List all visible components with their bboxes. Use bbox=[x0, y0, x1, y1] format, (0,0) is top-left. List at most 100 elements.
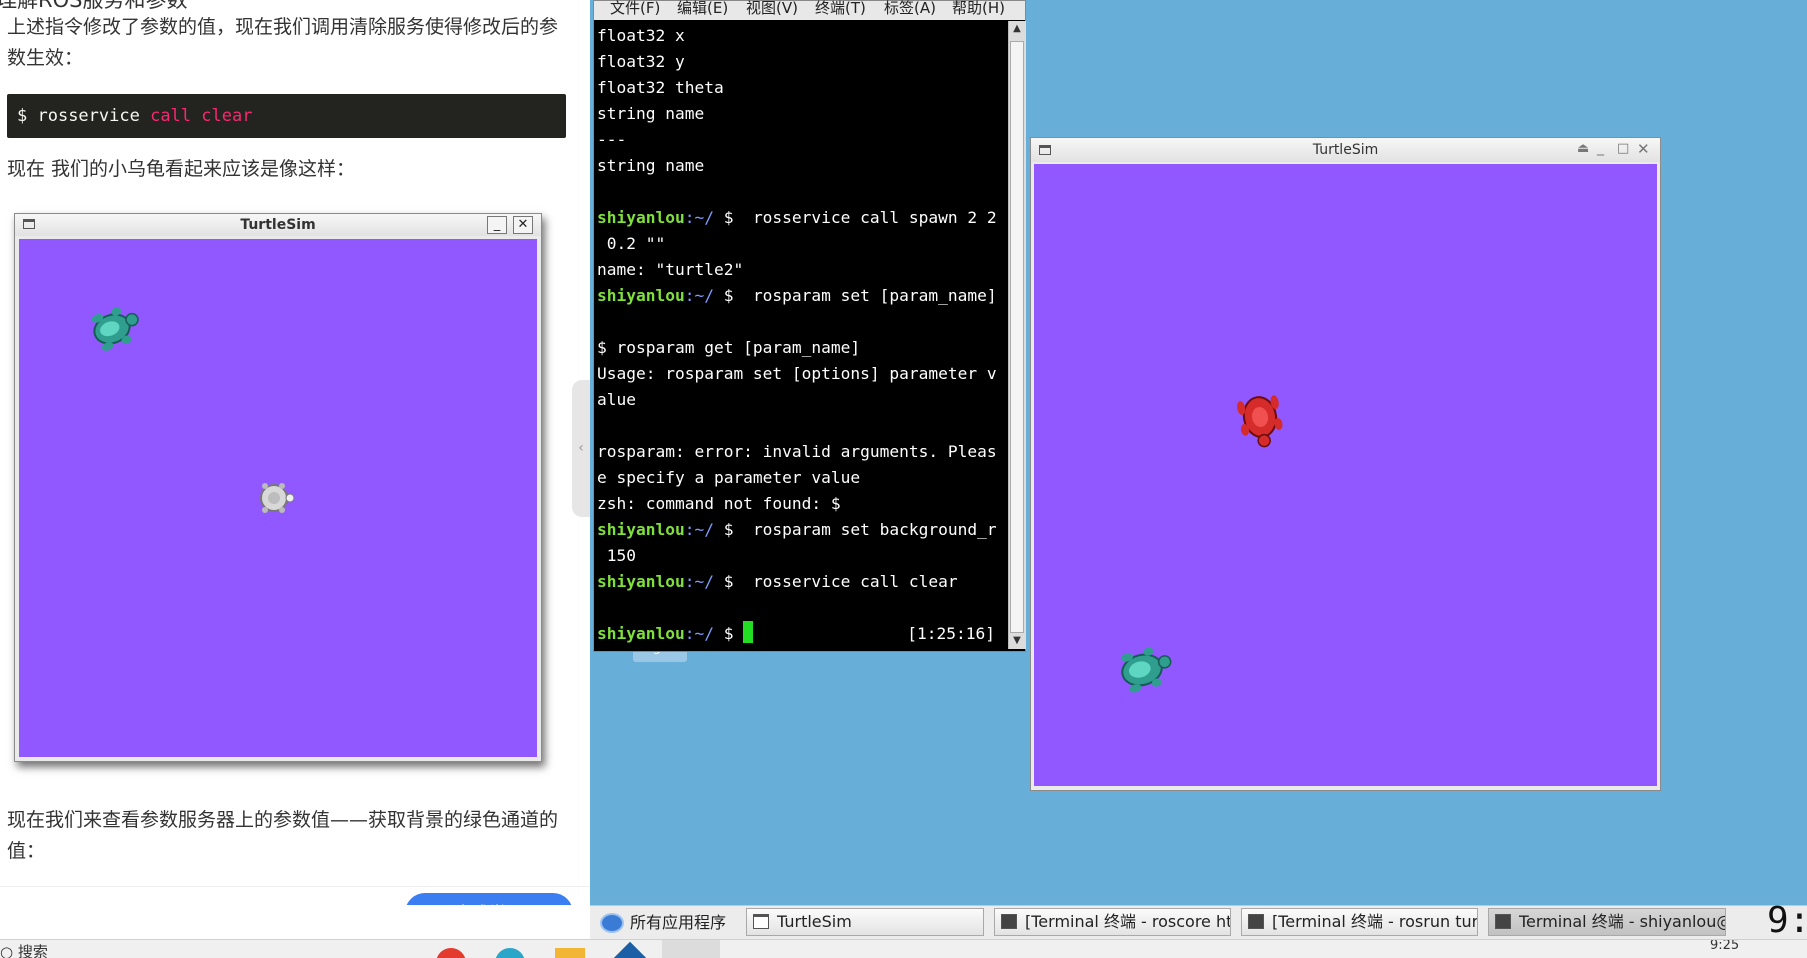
host-clock: 9:25 bbox=[1710, 939, 1740, 953]
minimize-icon: _ bbox=[487, 216, 507, 234]
task-turtlesim[interactable]: TurtleSim bbox=[746, 908, 984, 936]
active-app-highlight[interactable] bbox=[662, 940, 720, 958]
host-search[interactable]: ○ 搜索 bbox=[0, 941, 48, 958]
scroll-up-icon[interactable]: ▲ bbox=[1009, 21, 1025, 37]
command-text: $ rosservice call spawn 2 2 bbox=[723, 208, 997, 227]
terminal-icon bbox=[1248, 914, 1264, 929]
green-turtle-icon bbox=[1121, 647, 1172, 693]
output-text: zsh: command not found: $ bbox=[597, 494, 841, 513]
prompt-user: shiyanlou bbox=[597, 624, 685, 643]
terminal-line: shiyanlou:~/ $ rosservice call clear bbox=[597, 569, 1007, 595]
green-turtle-icon bbox=[91, 307, 139, 351]
output-text: 150 bbox=[597, 546, 636, 565]
terminal-line: alue bbox=[597, 387, 1007, 413]
turtles-drawing bbox=[91, 307, 295, 513]
output-text: string name bbox=[597, 104, 705, 123]
paragraph-turtle-look: 现在 我们的小乌龟看起来应该是像这样： bbox=[7, 158, 356, 180]
maximize-icon[interactable]: □ bbox=[1617, 141, 1629, 156]
task-terminal-roscore[interactable]: [Terminal 终端 - roscore htt··· bbox=[994, 908, 1231, 936]
close-icon[interactable]: ✕ bbox=[1637, 140, 1650, 158]
host-search-label: 搜索 bbox=[17, 943, 48, 958]
turtles-drawing bbox=[1121, 395, 1283, 693]
prompt-path: :~/ bbox=[684, 286, 724, 305]
task-terminal-shiyanlou[interactable]: Terminal 终端 - shiyanlou@··· bbox=[1488, 908, 1726, 936]
terminal-output[interactable]: float32 x float32 y float32 theta string na… bbox=[597, 23, 1007, 648]
prompt-user: shiyanlou bbox=[597, 286, 685, 305]
turtlesim-image-window: TurtleSim _ ✕ bbox=[14, 213, 542, 762]
minimize-icon[interactable]: _ bbox=[1597, 140, 1604, 156]
terminal-line: string name bbox=[597, 101, 1007, 127]
output-text: 0.2 "" bbox=[597, 234, 666, 253]
tutorial-document: 理解ROS服务和参数 上述指令修改了参数的值，现在我们调用清除服务使得修改后的参… bbox=[0, 0, 590, 905]
menu-edit[interactable]: 编辑(E) bbox=[677, 0, 728, 18]
terminal-line: shiyanlou:~/ $ rosservice call spawn 2 2 bbox=[597, 205, 1007, 231]
terminal-window[interactable]: 文件(F) 编辑(E) 视图(V) 终端(T) 标签(A) 帮助(H) floa… bbox=[593, 0, 1026, 652]
applications-icon bbox=[600, 913, 624, 933]
divider bbox=[0, 886, 590, 887]
task-terminal-rosrun[interactable]: [Terminal 终端 - rosrun turtl··· bbox=[1241, 908, 1478, 936]
menu-tabs[interactable]: 标签(A) bbox=[884, 0, 936, 18]
red-turtle-icon bbox=[1237, 395, 1283, 448]
output-text: alue bbox=[597, 390, 636, 409]
prompt-symbol: $ bbox=[723, 624, 744, 643]
command-text: $ rosparam set background_r bbox=[723, 520, 997, 539]
menu-view[interactable]: 视图(V) bbox=[746, 0, 798, 18]
window-titlebar: TurtleSim _ ✕ bbox=[15, 214, 541, 236]
menu-terminal[interactable]: 终端(T) bbox=[815, 0, 866, 18]
panel-collapse-handle[interactable]: ‹ bbox=[572, 380, 590, 517]
terminal-line: Usage: rosparam set [options] parameter … bbox=[597, 361, 1007, 387]
terminal-line: e specify a parameter value bbox=[597, 465, 1007, 491]
applications-menu[interactable]: 所有应用程序 bbox=[600, 910, 726, 936]
terminal-menubar: 文件(F) 编辑(E) 视图(V) 终端(T) 标签(A) 帮助(H) bbox=[594, 0, 1025, 20]
terminal-line: zsh: command not found: $ bbox=[597, 491, 1007, 517]
prompt-user: shiyanlou bbox=[597, 520, 685, 539]
prompt-user: shiyanlou bbox=[597, 208, 685, 227]
prompt-user: shiyanlou bbox=[597, 572, 685, 591]
prompt-path: :~/ bbox=[684, 624, 724, 643]
prompt-path: :~/ bbox=[684, 572, 724, 591]
applications-label: 所有应用程序 bbox=[630, 913, 727, 932]
terminal-line: --- bbox=[597, 127, 1007, 153]
turtlesim-titlebar[interactable]: TurtleSim ⏏ _ □ ✕ bbox=[1031, 138, 1660, 162]
terminal-line: $ rosparam get [param_name] bbox=[597, 335, 1007, 361]
output-text: float32 y bbox=[597, 52, 685, 71]
terminal-cursor bbox=[743, 621, 754, 643]
scroll-down-icon[interactable]: ▼ bbox=[1009, 633, 1025, 649]
code-command: rosservice bbox=[37, 106, 151, 126]
terminal-icon bbox=[1001, 914, 1017, 929]
output-text: e specify a parameter value bbox=[597, 468, 861, 487]
output-text: name: "turtle2" bbox=[597, 260, 744, 279]
menu-file[interactable]: 文件(F) bbox=[610, 0, 660, 18]
output-text: float32 theta bbox=[597, 78, 724, 97]
terminal-scrollbar[interactable]: ▲ ▼ bbox=[1008, 21, 1026, 649]
window-title: TurtleSim bbox=[240, 217, 316, 233]
terminal-icon bbox=[1495, 914, 1511, 929]
terminal-line: float32 y bbox=[597, 49, 1007, 75]
finish-learning-button[interactable]: 完成学习 bbox=[405, 893, 573, 905]
window-icon bbox=[753, 914, 769, 929]
desktop-taskbar: 所有应用程序 TurtleSim [Terminal 终端 - roscore … bbox=[590, 900, 1807, 941]
prompt-path: :~/ bbox=[684, 520, 724, 539]
host-taskbar: ○ 搜索 9:25 bbox=[0, 939, 1807, 958]
paragraph-clear-service: 上述指令修改了参数的值，现在我们调用清除服务使得修改后的参数生效： bbox=[7, 16, 559, 69]
menu-help[interactable]: 帮助(H) bbox=[952, 0, 1005, 18]
store-icon[interactable] bbox=[608, 941, 652, 958]
chevron-left-icon: ‹ bbox=[578, 440, 584, 456]
shade-icon[interactable]: ⏏ bbox=[1577, 141, 1589, 156]
output-text: $ rosparam get [param_name] bbox=[597, 338, 861, 357]
turtlesim-canvas bbox=[1034, 164, 1657, 786]
terminal-line: shiyanlou:~/ $ rosparam set [param_name] bbox=[597, 283, 1007, 309]
code-prompt: $ bbox=[17, 106, 38, 126]
turtlesim-title: TurtleSim bbox=[1312, 142, 1379, 158]
task-label: TurtleSim bbox=[777, 912, 852, 931]
terminal-current-prompt[interactable]: shiyanlou:~/ $ [1:25:16] bbox=[597, 621, 1007, 647]
turtlesim-window[interactable]: TurtleSim ⏏ _ □ ✕ bbox=[1030, 137, 1661, 791]
task-label: [Terminal 终端 - roscore htt··· bbox=[1025, 912, 1230, 931]
gray-turtle-icon bbox=[260, 483, 295, 513]
scrollbar-thumb[interactable] bbox=[1010, 41, 1024, 633]
prompt-path: :~/ bbox=[684, 208, 724, 227]
terminal-line: rosparam: error: invalid arguments. Plea… bbox=[597, 439, 1007, 465]
